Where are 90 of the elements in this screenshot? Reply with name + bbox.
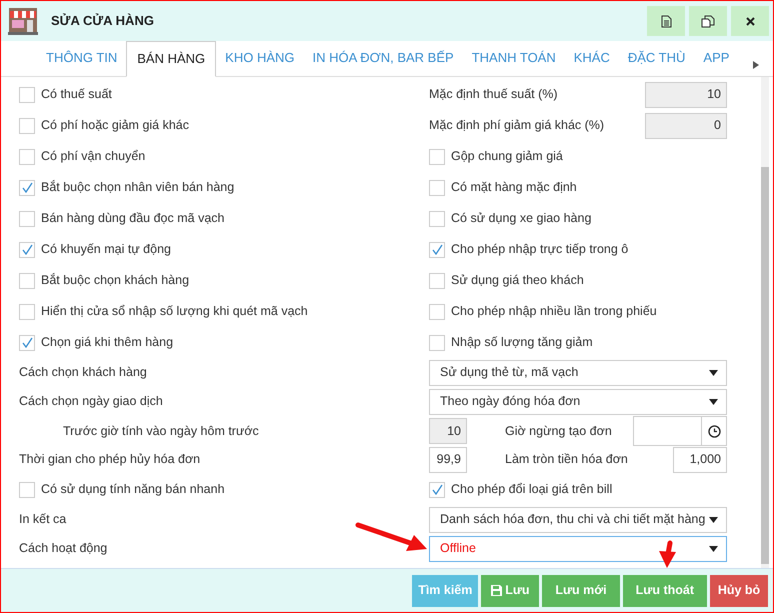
checkbox-label: Có khuyến mại tự động [41,241,171,258]
close-icon [746,16,754,26]
check-icon [22,182,32,193]
checkbox[interactable] [429,242,445,258]
field-label: Trước giờ tính vào ngày hôm trước [62,422,259,440]
scroll-right-icon[interactable] [753,61,759,69]
action-button[interactable]: Lưu thoát [622,574,707,606]
checkbox[interactable] [429,210,445,226]
clock-icon [708,424,720,438]
copy-button[interactable] [689,6,727,36]
checkbox[interactable] [429,272,445,288]
number-field[interactable]: 99,9 [429,446,467,472]
tab[interactable]: IN HÓA ĐƠN, BAR BẾP [304,40,463,76]
time-field[interactable] [633,416,727,446]
document-icon [660,14,672,28]
field-label: Giờ ngừng tạo đơn [505,422,612,440]
field-label: Cách chọn khách hàng [19,364,147,382]
check-icon [22,244,32,255]
save-icon [491,585,502,596]
checkbox-label: Nhập số lượng tăng giảm [451,334,593,352]
checkbox-label: Có mặt hàng mặc định [451,179,577,196]
dropdown[interactable]: Sử dụng thẻ từ, mã vạch [429,360,727,386]
checkbox[interactable] [429,334,445,350]
field-label: Làm tròn tiền hóa đơn [505,451,628,468]
checkbox[interactable] [19,334,35,350]
field-label: Cách chọn ngày giao dịch [19,393,163,410]
dropdown[interactable]: Danh sách hóa đơn, thu chi và chi tiết mặt hàng [429,506,727,532]
tab[interactable]: APP [694,40,738,76]
store-icon [7,6,39,36]
field-label: Mặc định phí giảm giá khác (%) [429,117,604,134]
tab[interactable]: KHÁC [564,40,619,76]
checkbox-label: Gộp chung giảm giá [451,148,563,166]
scrollbar[interactable] [761,77,769,568]
checkbox-label: Hiển thị cửa sổ nhập số lượng khi quét mã vạch [41,303,308,320]
checkbox-label: Có thuế suất [41,86,112,104]
pointer-arrow [356,522,427,551]
tab[interactable]: BÁN HÀNG [126,41,216,77]
checkbox-label: Cho phép đổi loại giá trên bill [451,481,612,498]
action-button[interactable]: Tìm kiếm [412,574,478,606]
action-button[interactable]: Lưu mới [542,574,620,606]
checkbox[interactable] [429,482,445,498]
checkbox[interactable] [19,304,35,320]
dropdown[interactable]: Theo ngày đóng hóa đơn [429,388,727,414]
check-icon [22,337,32,348]
copy-icon [701,14,715,28]
checkbox-label: Có sử dụng xe giao hàng [451,210,592,228]
field-label: Cách hoạt động [19,540,108,558]
close-button[interactable] [731,6,769,36]
field-label: In kết ca [19,511,66,528]
check-icon [432,244,442,255]
dropdown[interactable]: Offline [429,536,727,562]
tab[interactable]: THANH TOÁN [462,40,565,76]
field-label: Thời gian cho phép hủy hóa đơn [19,451,200,468]
checkbox[interactable] [429,304,445,320]
tab[interactable]: KHO HÀNG [216,40,304,76]
caret-icon [709,370,718,376]
checkbox[interactable] [19,210,35,226]
checkbox-label: Bắt buộc chọn khách hàng [41,272,190,290]
document-button[interactable] [647,6,685,36]
checkbox[interactable] [19,118,35,134]
checkbox[interactable] [429,180,445,196]
checkbox[interactable] [19,180,35,196]
caret-icon [709,546,718,552]
number-field[interactable]: 1,000 [673,446,727,472]
checkbox[interactable] [19,86,35,102]
pointer-arrow [659,540,676,568]
scrollbar-thumb[interactable] [761,167,769,564]
tab[interactable]: ĐẶC THÙ [618,40,694,76]
window-title: SỬA CỬA HÀNG [51,12,154,30]
caret-icon [709,516,718,522]
checkbox-label: Bán hàng dùng đầu đọc mã vạch [41,210,224,228]
checkbox-label: Sử dụng giá theo khách [451,272,584,290]
checkbox[interactable] [19,242,35,258]
action-button[interactable]: Hủy bỏ [710,574,768,606]
checkbox[interactable] [19,482,35,498]
action-button[interactable]: Lưu [481,574,540,606]
tab[interactable]: THÔNG TIN [37,40,126,76]
checkbox-label: Cho phép nhập nhiều lần trong phiếu [451,303,657,320]
field-label: Mặc định thuế suất (%) [429,86,558,104]
checkbox-label: Có sử dụng tính năng bán nhanh [41,481,225,498]
checkbox-label: Có phí vận chuyển [41,148,146,166]
checkbox-label: Chọn giá khi thêm hàng [41,334,174,352]
caret-icon [709,398,718,404]
check-icon [432,484,442,495]
checkbox[interactable] [19,272,35,288]
checkbox[interactable] [429,148,445,164]
checkbox-label: Bắt buộc chọn nhân viên bán hàng [41,179,234,196]
checkbox[interactable] [19,148,35,164]
checkbox-label: Cho phép nhập trực tiếp trong ô [451,241,628,258]
checkbox-label: Có phí hoặc giảm giá khác [41,117,190,134]
